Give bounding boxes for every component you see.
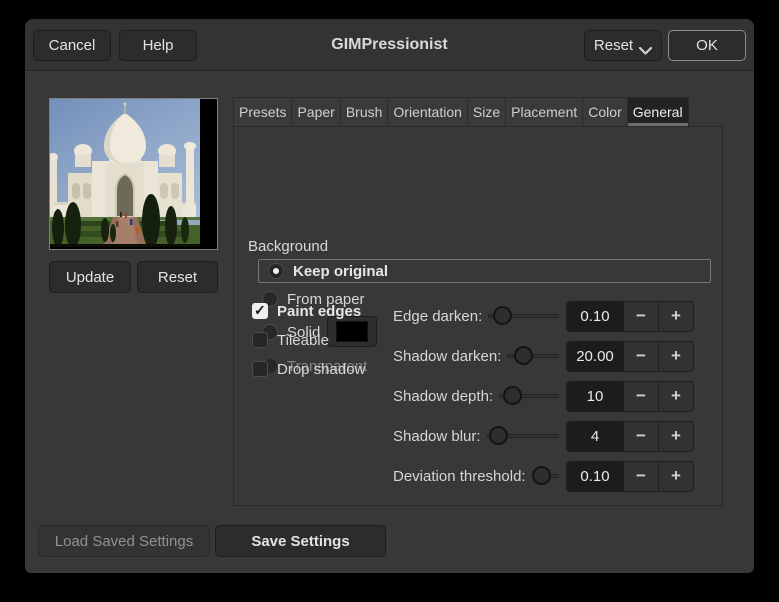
edge-darken-slider[interactable] bbox=[488, 305, 559, 327]
checkbox-icon bbox=[252, 361, 268, 377]
help-button[interactable]: Help bbox=[119, 30, 197, 61]
value-entry[interactable]: 4 bbox=[567, 421, 623, 451]
tab-color[interactable]: Color bbox=[582, 97, 628, 127]
shadow-darken-spinbutton: 20.00 − + bbox=[566, 340, 694, 372]
preview-reset-button[interactable]: Reset bbox=[137, 261, 218, 293]
checkbox-icon bbox=[252, 302, 268, 319]
reset-button-label: Reset bbox=[593, 37, 634, 54]
checkbox-label: Drop shadow bbox=[277, 360, 366, 378]
decrement-icon[interactable]: − bbox=[623, 461, 658, 491]
checkbox-paint-edges[interactable]: Paint edges bbox=[252, 302, 361, 320]
background-section-title: Background bbox=[248, 238, 329, 255]
checkbox-tileable[interactable]: Tileable bbox=[252, 331, 329, 349]
chevron-down-icon bbox=[638, 42, 653, 55]
reset-dropdown-button[interactable]: Reset bbox=[584, 30, 662, 61]
shadow-depth-row: Shadow depth: 10 − + bbox=[393, 378, 694, 414]
tab-presets[interactable]: Presets bbox=[233, 97, 293, 127]
slider-knob[interactable] bbox=[488, 426, 508, 445]
value-entry[interactable]: 10 bbox=[567, 381, 623, 411]
edge-darken-spinbutton: 0.10 − + bbox=[566, 300, 694, 332]
gimpressionist-dialog: GIMPressionist Cancel Help Reset OK Upda… bbox=[25, 19, 754, 573]
checkbox-label: Tileable bbox=[277, 331, 329, 349]
tab-size[interactable]: Size bbox=[466, 97, 507, 127]
increment-icon[interactable]: + bbox=[658, 301, 693, 331]
decrement-icon[interactable]: − bbox=[623, 301, 658, 331]
decrement-icon[interactable]: − bbox=[623, 381, 658, 411]
shadow-darken-row: Shadow darken: 20.00 − + bbox=[393, 338, 694, 374]
header-bar: GIMPressionist Cancel Help Reset OK bbox=[25, 19, 754, 71]
update-button[interactable]: Update bbox=[49, 261, 131, 293]
checkbox-drop-shadow[interactable]: Drop shadow bbox=[252, 360, 365, 378]
slider-label: Deviation threshold: bbox=[393, 467, 526, 485]
value-entry[interactable]: 20.00 bbox=[567, 341, 623, 371]
decrement-icon[interactable]: − bbox=[623, 421, 658, 451]
solid-color-button[interactable] bbox=[327, 316, 377, 347]
slider-label: Shadow depth: bbox=[393, 387, 494, 405]
slider-label: Edge darken: bbox=[393, 307, 483, 325]
shadow-depth-spinbutton: 10 − + bbox=[566, 380, 694, 412]
value-entry[interactable]: 0.10 bbox=[567, 301, 623, 331]
tab-orientation[interactable]: Orientation bbox=[387, 97, 468, 127]
ok-button[interactable]: OK bbox=[668, 30, 746, 61]
radio-label: Keep original bbox=[293, 262, 389, 280]
edge-darken-row: Edge darken: 0.10 − + bbox=[393, 298, 694, 334]
value-entry[interactable]: 0.10 bbox=[567, 461, 623, 491]
slider-label: Shadow blur: bbox=[393, 427, 481, 445]
cancel-button[interactable]: Cancel bbox=[33, 30, 111, 61]
shadow-blur-spinbutton: 4 − + bbox=[566, 420, 694, 452]
tab-bar: Presets Paper Brush Orientation Size Pla… bbox=[233, 97, 689, 127]
slider-knob[interactable] bbox=[503, 386, 523, 405]
radio-icon bbox=[268, 263, 284, 279]
checkbox-label: Paint edges bbox=[277, 302, 362, 320]
shadow-depth-slider[interactable] bbox=[499, 385, 559, 407]
tab-brush[interactable]: Brush bbox=[339, 97, 389, 127]
load-saved-settings-button: Load Saved Settings bbox=[38, 525, 210, 557]
increment-icon[interactable]: + bbox=[658, 421, 693, 451]
decrement-icon[interactable]: − bbox=[623, 341, 658, 371]
tab-general[interactable]: General bbox=[626, 97, 689, 127]
color-swatch bbox=[336, 321, 368, 342]
tab-paper[interactable]: Paper bbox=[291, 97, 341, 127]
increment-icon[interactable]: + bbox=[658, 381, 693, 411]
tab-placement[interactable]: Placement bbox=[505, 97, 584, 127]
shadow-darken-slider[interactable] bbox=[507, 345, 559, 367]
increment-icon[interactable]: + bbox=[658, 461, 693, 491]
deviation-threshold-slider[interactable] bbox=[531, 465, 559, 487]
preview-image bbox=[49, 98, 218, 250]
settings-notebook: Presets Paper Brush Orientation Size Pla… bbox=[233, 97, 723, 506]
radio-keep-original[interactable]: Keep original bbox=[258, 259, 711, 283]
deviation-threshold-row: Deviation threshold: 0.10 − + bbox=[393, 458, 694, 494]
slider-label: Shadow darken: bbox=[393, 347, 502, 365]
slider-knob[interactable] bbox=[514, 346, 533, 365]
deviation-threshold-spinbutton: 0.10 − + bbox=[566, 460, 694, 492]
shadow-blur-slider[interactable] bbox=[486, 425, 559, 447]
taj-mahal-illustration bbox=[50, 99, 200, 247]
slider-knob[interactable] bbox=[532, 466, 552, 485]
checkbox-icon bbox=[252, 332, 268, 348]
increment-icon[interactable]: + bbox=[658, 341, 693, 371]
save-settings-button[interactable]: Save Settings bbox=[215, 525, 386, 557]
shadow-blur-row: Shadow blur: 4 − + bbox=[393, 418, 694, 454]
slider-knob[interactable] bbox=[493, 306, 513, 325]
